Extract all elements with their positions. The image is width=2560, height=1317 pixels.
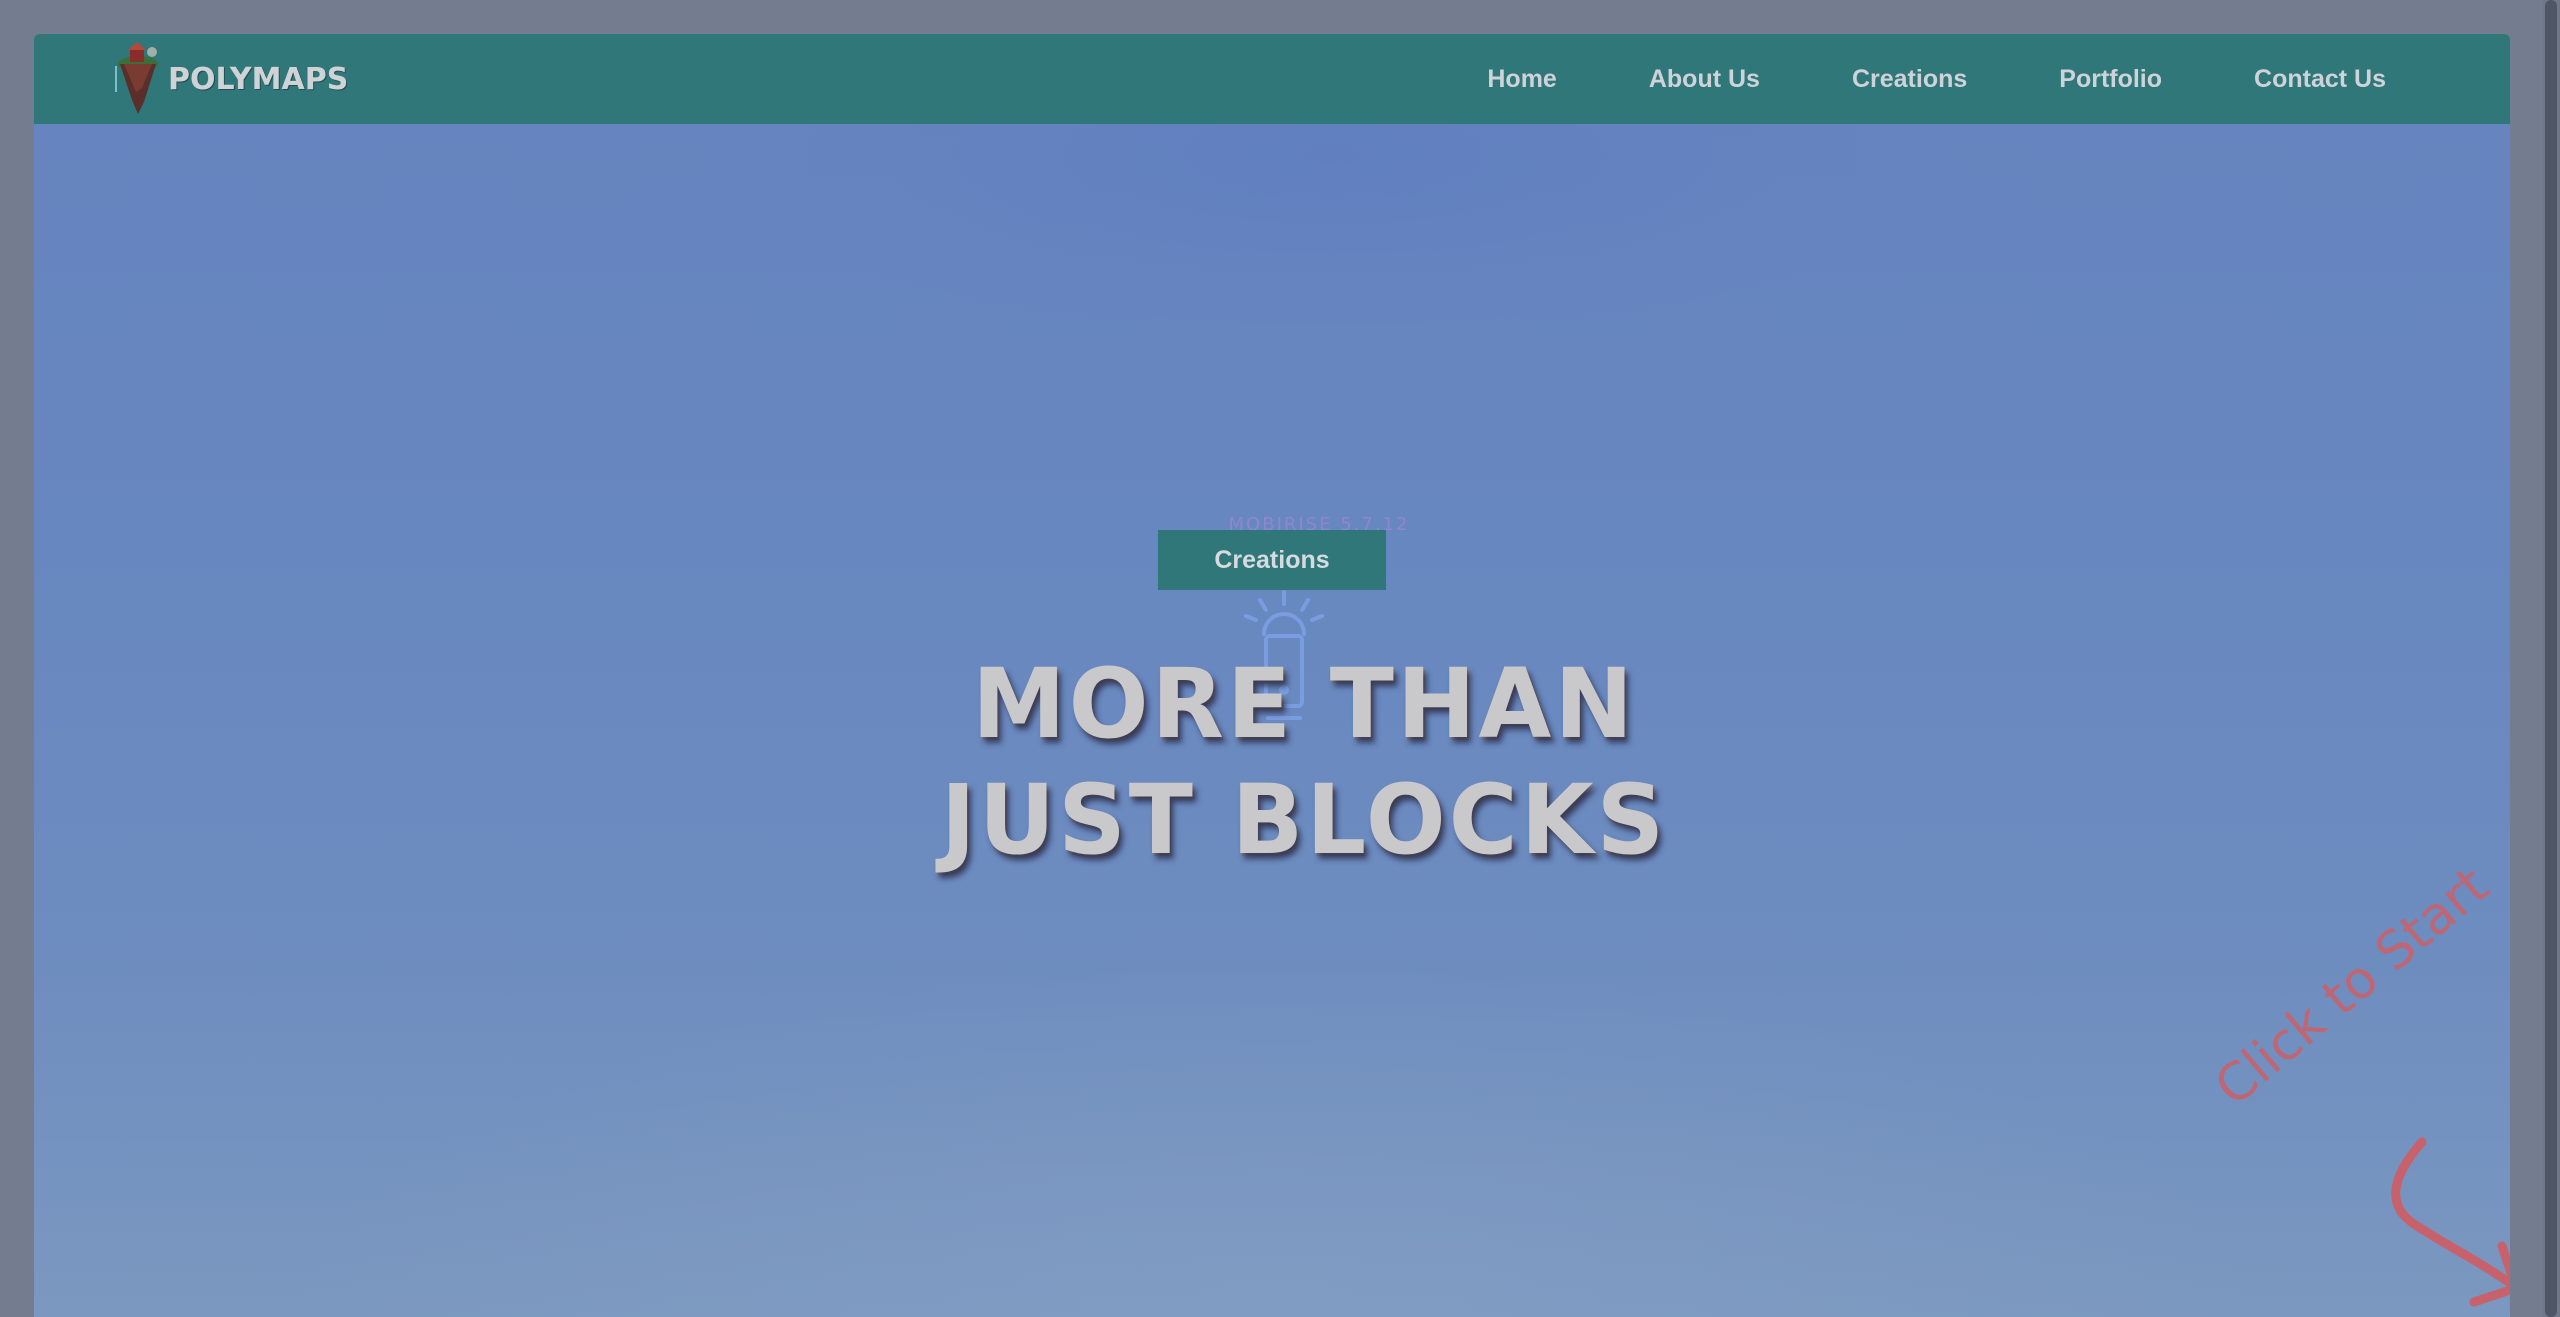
brand[interactable]: POLYMAPS bbox=[110, 42, 348, 116]
hero-title: MORE THAN JUST BLOCKS bbox=[745, 646, 1862, 878]
nav-item-home[interactable]: Home bbox=[1487, 65, 1556, 94]
brand-name: POLYMAPS bbox=[168, 61, 349, 97]
nav-item-portfolio[interactable]: Portfolio bbox=[2059, 65, 2162, 94]
creations-button[interactable]: Creations bbox=[1158, 530, 1386, 590]
navbar: POLYMAPS Home About Us Creations Portfol… bbox=[34, 34, 2510, 124]
nav-item-creations[interactable]: Creations bbox=[1852, 65, 1967, 94]
floating-island-logo-icon bbox=[115, 42, 158, 114]
hero-title-line-2: JUST BLOCKS bbox=[940, 764, 1668, 876]
nav-menu: Home About Us Creations Portfolio Contac… bbox=[1395, 34, 2386, 124]
nav-item-about-us[interactable]: About Us bbox=[1649, 65, 1760, 94]
page-frame: POLYMAPS Home About Us Creations Portfol… bbox=[34, 34, 2510, 1317]
hero-title-line-1: MORE THAN bbox=[972, 648, 1636, 760]
scrollbar-thumb[interactable] bbox=[2545, 0, 2557, 1317]
scrollbar[interactable] bbox=[2542, 0, 2560, 1317]
curved-arrow-icon bbox=[2391, 1137, 2510, 1307]
nav-item-contact-us[interactable]: Contact Us bbox=[2254, 65, 2386, 94]
